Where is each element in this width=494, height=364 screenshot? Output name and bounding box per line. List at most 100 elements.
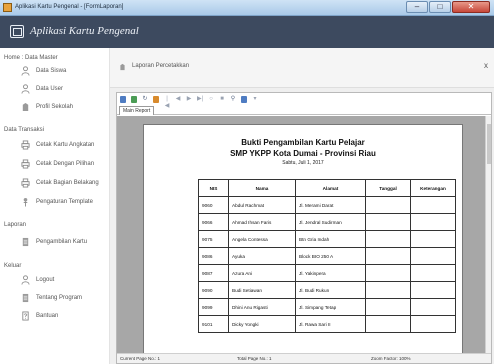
print-icon[interactable] — [131, 96, 137, 103]
report-viewer: ↻ |◀ ◀ ▶ ▶| ○ ■ ⚲ ▾ Main Report Bukti Pe… — [116, 92, 492, 364]
window-titlebar: Aplikasi Kartu Pengenal - [FormLaporan] … — [0, 0, 494, 16]
sidebar-item-label: Data User — [36, 86, 64, 92]
sidebar-item-label: Cetak Kartu Angkatan — [36, 142, 95, 148]
sidebar-item-label: Pengambilan Kartu — [36, 239, 88, 245]
sidebar-item-tentang-program[interactable]: Tentang Program — [21, 292, 82, 304]
first-page-icon[interactable]: |◀ — [164, 96, 170, 109]
sidebar-section-keluar: Keluar — [4, 263, 22, 269]
sidebar: Home : Data Master Data Siswa Data User … — [0, 48, 110, 364]
column-header: NIS — [198, 179, 229, 197]
goto-page-icon[interactable]: ○ — [208, 96, 214, 103]
report-table: NIS Nama Alamat Tanggal Keterangan 9060 A… — [198, 179, 456, 333]
sidebar-item-data-siswa[interactable]: Data Siswa — [21, 65, 66, 77]
vertical-scrollbar[interactable] — [485, 116, 491, 353]
previous-page-icon[interactable]: ◀ — [175, 96, 181, 103]
sidebar-item-label: Data Siswa — [36, 68, 67, 74]
report-page: Bukti Pengambilan Kartu Pelajar SMP YKPP… — [143, 124, 463, 353]
sidebar-item-pengaturan-template[interactable]: Pengaturan Template — [21, 196, 93, 208]
sidebar-item-cetak-dengan-pilihan[interactable]: Cetak Dengan Pilihan — [21, 158, 94, 170]
sidebar-item-label: Logout — [36, 277, 55, 283]
minimize-button[interactable]: – — [406, 1, 428, 13]
table-row: 9101 Dicky Yongki Jl. Rawa Sari II — [198, 315, 456, 333]
user-icon — [21, 275, 30, 285]
sidebar-item-bantuan[interactable]: Bantuan — [21, 310, 58, 322]
cell-tanggal — [365, 315, 411, 333]
zoom-status: Zoom Factor: 100% — [371, 356, 411, 361]
cell-nama: Angela Contessa — [228, 230, 296, 248]
group-tree-icon[interactable] — [153, 96, 159, 103]
printer-icon — [21, 140, 30, 150]
column-header: Keterangan — [410, 179, 456, 197]
search-icon[interactable]: ⚲ — [230, 96, 236, 103]
last-page-icon[interactable]: ▶| — [197, 96, 203, 103]
next-page-icon[interactable]: ▶ — [186, 96, 192, 103]
sidebar-item-label: Bantuan — [36, 313, 59, 319]
cell-nis: 9075 — [198, 230, 229, 248]
scrollbar-thumb[interactable] — [487, 124, 491, 164]
zoom-dropdown-icon[interactable]: ▾ — [252, 96, 258, 103]
table-row: 9075 Angela Contessa Btn Gria Indah — [198, 230, 456, 248]
cell-alamat: Jl. Simpang Tetap — [295, 298, 366, 316]
report-subtitle: SMP YKPP Kota Dumai - Provinsi Riau — [230, 149, 376, 158]
cell-nama: Ayuka — [228, 247, 296, 265]
table-row: 9086 Ayuka Block BIO 250 A — [198, 247, 456, 265]
table-header-row: NIS Nama Alamat Tanggal Keterangan — [198, 179, 456, 197]
report-canvas: Bukti Pengambilan Kartu Pelajar SMP YKPP… — [117, 116, 485, 353]
help-document-icon — [22, 311, 29, 321]
cell-keterangan — [410, 281, 456, 299]
printer-icon — [21, 159, 30, 169]
app-title: Aplikasi Kartu Pengenal — [30, 25, 139, 37]
zoom-icon[interactable] — [241, 96, 247, 103]
sidebar-item-logout[interactable]: Logout — [21, 274, 54, 286]
cell-keterangan — [410, 315, 456, 333]
cell-nis: 9101 — [198, 315, 229, 333]
building-icon — [120, 63, 125, 71]
cell-tanggal — [365, 281, 411, 299]
document-icon — [22, 237, 29, 247]
cell-tanggal — [365, 298, 411, 316]
viewer-statusbar: Current Page No.: 1 Total Page No.: 1 Zo… — [117, 353, 491, 363]
close-window-button[interactable]: ✕ — [452, 1, 490, 13]
tab-main-report[interactable]: Main Report — [119, 106, 155, 115]
refresh-icon[interactable]: ↻ — [142, 96, 148, 103]
cell-nama: Budi Setiawan — [228, 281, 296, 299]
sidebar-item-cetak-bagian-belakang[interactable]: Cetak Bagian Belakang — [21, 177, 99, 189]
sidebar-item-pengambilan-kartu[interactable]: Pengambilan Kartu — [21, 236, 87, 248]
cell-alamat: Jl. Yakinpera — [295, 264, 366, 282]
cell-nis: 9099 — [198, 298, 229, 316]
cell-keterangan — [410, 213, 456, 231]
cell-tanggal — [365, 264, 411, 282]
cell-nama: Ahmad Ihsan Faris — [228, 213, 296, 231]
sidebar-section-transaksi: Data Transaksi — [4, 127, 45, 133]
cell-tanggal — [365, 230, 411, 248]
cell-keterangan — [410, 230, 456, 248]
cell-keterangan — [410, 196, 456, 214]
table-row: 9099 Dhini Anu Rigasti Jl. Simpang Tetap — [198, 298, 456, 316]
sidebar-item-cetak-kartu-angkatan[interactable]: Cetak Kartu Angkatan — [21, 139, 94, 151]
column-header: Nama — [228, 179, 296, 197]
panel-close-button[interactable]: x — [484, 61, 488, 70]
export-icon[interactable] — [120, 96, 126, 103]
building-icon — [22, 102, 29, 112]
printer-icon — [21, 178, 30, 188]
cell-alamat: Jl. Budi Rukun — [295, 281, 366, 299]
column-header: Tanggal — [365, 179, 411, 197]
user-icon — [21, 84, 30, 94]
maximize-button[interactable]: □ — [429, 1, 451, 13]
cell-alamat: Jl. Jendral Sudirman — [295, 213, 366, 231]
window-title: Aplikasi Kartu Pengenal - [FormLaporan] — [15, 4, 124, 10]
cell-nis: 9060 — [198, 196, 229, 214]
user-icon — [21, 66, 30, 76]
sidebar-item-data-user[interactable]: Data User — [21, 83, 63, 95]
report-date: Sabtu, Juli 1, 2017 — [282, 160, 324, 166]
main-content: Laporan Percetakkan x ↻ |◀ ◀ ▶ ▶| ○ ■ ⚲ … — [110, 48, 494, 364]
sidebar-item-label: Profil Sekolah — [36, 104, 74, 110]
sidebar-item-profil-sekolah[interactable]: Profil Sekolah — [21, 101, 73, 113]
sidebar-section-laporan: Laporan — [4, 222, 27, 228]
panel-title: Laporan Percetakkan — [132, 63, 190, 69]
current-page-status: Current Page No.: 1 — [120, 356, 161, 361]
stop-icon[interactable]: ■ — [219, 96, 225, 103]
document-icon — [22, 293, 29, 303]
report-tab-row: Main Report — [117, 106, 491, 115]
cell-alamat: Jl. Rawa Sari II — [295, 315, 366, 333]
